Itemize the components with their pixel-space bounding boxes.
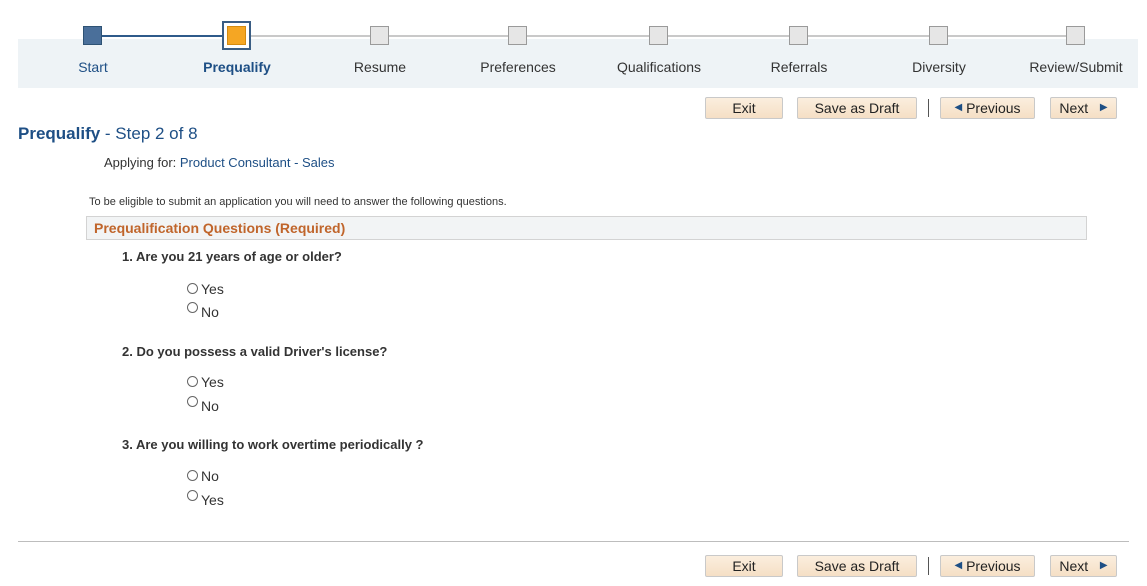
step-start-label: Start <box>78 59 108 75</box>
option-label: Yes <box>201 492 224 508</box>
previous-button[interactable]: ◀ Previous <box>940 555 1035 577</box>
question-3: 3. Are you willing to work overtime peri… <box>122 437 424 452</box>
question-2-option-1[interactable]: Yes <box>187 374 224 392</box>
radio-button[interactable] <box>187 283 198 294</box>
applying-for: Applying for: Product Consultant - Sales <box>104 155 335 170</box>
previous-button-label: Previous <box>966 558 1021 574</box>
page-title: Prequalify - Step 2 of 8 <box>18 124 198 144</box>
step-start-marker <box>83 26 102 45</box>
triangle-left-icon: ◀ <box>954 560 963 571</box>
top-button-bar: Exit Save as Draft ◀ Previous Next ▶ <box>0 97 1147 121</box>
question-1-option-2[interactable]: No <box>187 302 219 322</box>
save-draft-button[interactable]: Save as Draft <box>797 97 917 119</box>
exit-button-label: Exit <box>732 100 756 116</box>
step-review-submit-label: Review/Submit <box>1029 59 1123 75</box>
train-step-preferences[interactable]: Preferences <box>448 0 588 88</box>
radio-button[interactable] <box>187 376 198 387</box>
page-step-indicator: - Step 2 of 8 <box>100 124 198 143</box>
triangle-left-icon: ◀ <box>954 102 963 113</box>
question-1-option-1[interactable]: Yes <box>187 281 224 299</box>
step-diversity-marker <box>929 26 948 45</box>
option-label: No <box>201 468 219 484</box>
question-3-option-2[interactable]: Yes <box>187 490 224 510</box>
next-button-label: Next <box>1059 100 1089 116</box>
step-review-submit-marker <box>1066 26 1085 45</box>
step-qualifications-marker <box>649 26 668 45</box>
next-button[interactable]: Next ▶ <box>1050 555 1117 577</box>
radio-button[interactable] <box>187 470 198 481</box>
button-separator <box>928 557 929 575</box>
train-step-qualifications[interactable]: Qualifications <box>589 0 729 88</box>
progress-train: Start Prequalify Resume Preferences Qual… <box>18 0 1138 88</box>
step-prequalify-marker <box>222 21 251 50</box>
train-step-referrals[interactable]: Referrals <box>729 0 869 88</box>
question-2: 2. Do you possess a valid Driver's licen… <box>122 344 388 359</box>
triangle-right-icon: ▶ <box>1099 560 1108 571</box>
train-step-resume[interactable]: Resume <box>310 0 450 88</box>
radio-button[interactable] <box>187 490 198 501</box>
button-separator <box>928 99 929 117</box>
previous-button-label: Previous <box>966 100 1021 116</box>
question-2-option-2[interactable]: No <box>187 396 219 416</box>
next-button[interactable]: Next ▶ <box>1050 97 1117 119</box>
section-header: Prequalification Questions (Required) <box>86 216 1087 240</box>
option-label: No <box>201 304 219 320</box>
step-referrals-marker <box>789 26 808 45</box>
radio-button[interactable] <box>187 396 198 407</box>
save-draft-button-label: Save as Draft <box>814 100 900 116</box>
section-title: Prequalification Questions (Required) <box>94 220 346 236</box>
exit-button[interactable]: Exit <box>705 97 783 119</box>
train-step-start[interactable]: Start <box>23 0 163 88</box>
exit-button[interactable]: Exit <box>705 555 783 577</box>
question-1: 1. Are you 21 years of age or older? <box>122 249 342 264</box>
exit-button-label: Exit <box>732 558 756 574</box>
train-step-prequalify[interactable]: Prequalify <box>167 0 307 88</box>
instructions-text: To be eligible to submit an application … <box>89 196 507 208</box>
step-resume-label: Resume <box>353 59 407 75</box>
job-title-link[interactable]: Product Consultant - Sales <box>180 155 335 170</box>
save-draft-button[interactable]: Save as Draft <box>797 555 917 577</box>
bottom-button-bar: Exit Save as Draft ◀ Previous Next ▶ <box>0 555 1147 579</box>
applying-for-label: Applying for: <box>104 155 177 170</box>
option-label: No <box>201 398 219 414</box>
step-preferences-marker <box>508 26 527 45</box>
step-preferences-label: Preferences <box>480 59 556 75</box>
page-title-name: Prequalify <box>18 124 101 143</box>
previous-button[interactable]: ◀ Previous <box>940 97 1035 119</box>
train-step-diversity[interactable]: Diversity <box>869 0 1009 88</box>
step-qualifications-label: Qualifications <box>616 59 702 75</box>
step-resume-marker <box>370 26 389 45</box>
triangle-right-icon: ▶ <box>1099 102 1108 113</box>
next-button-label: Next <box>1059 558 1089 574</box>
step-referrals-label: Referrals <box>770 59 828 75</box>
save-draft-button-label: Save as Draft <box>814 558 900 574</box>
question-3-option-1[interactable]: No <box>187 468 219 486</box>
step-diversity-label: Diversity <box>912 59 966 75</box>
bottom-divider <box>18 541 1129 542</box>
option-label: Yes <box>201 374 224 390</box>
train-step-review-submit[interactable]: Review/Submit <box>1006 0 1146 88</box>
option-label: Yes <box>201 281 224 297</box>
step-prequalify-label: Prequalify <box>203 59 271 75</box>
radio-button[interactable] <box>187 302 198 313</box>
